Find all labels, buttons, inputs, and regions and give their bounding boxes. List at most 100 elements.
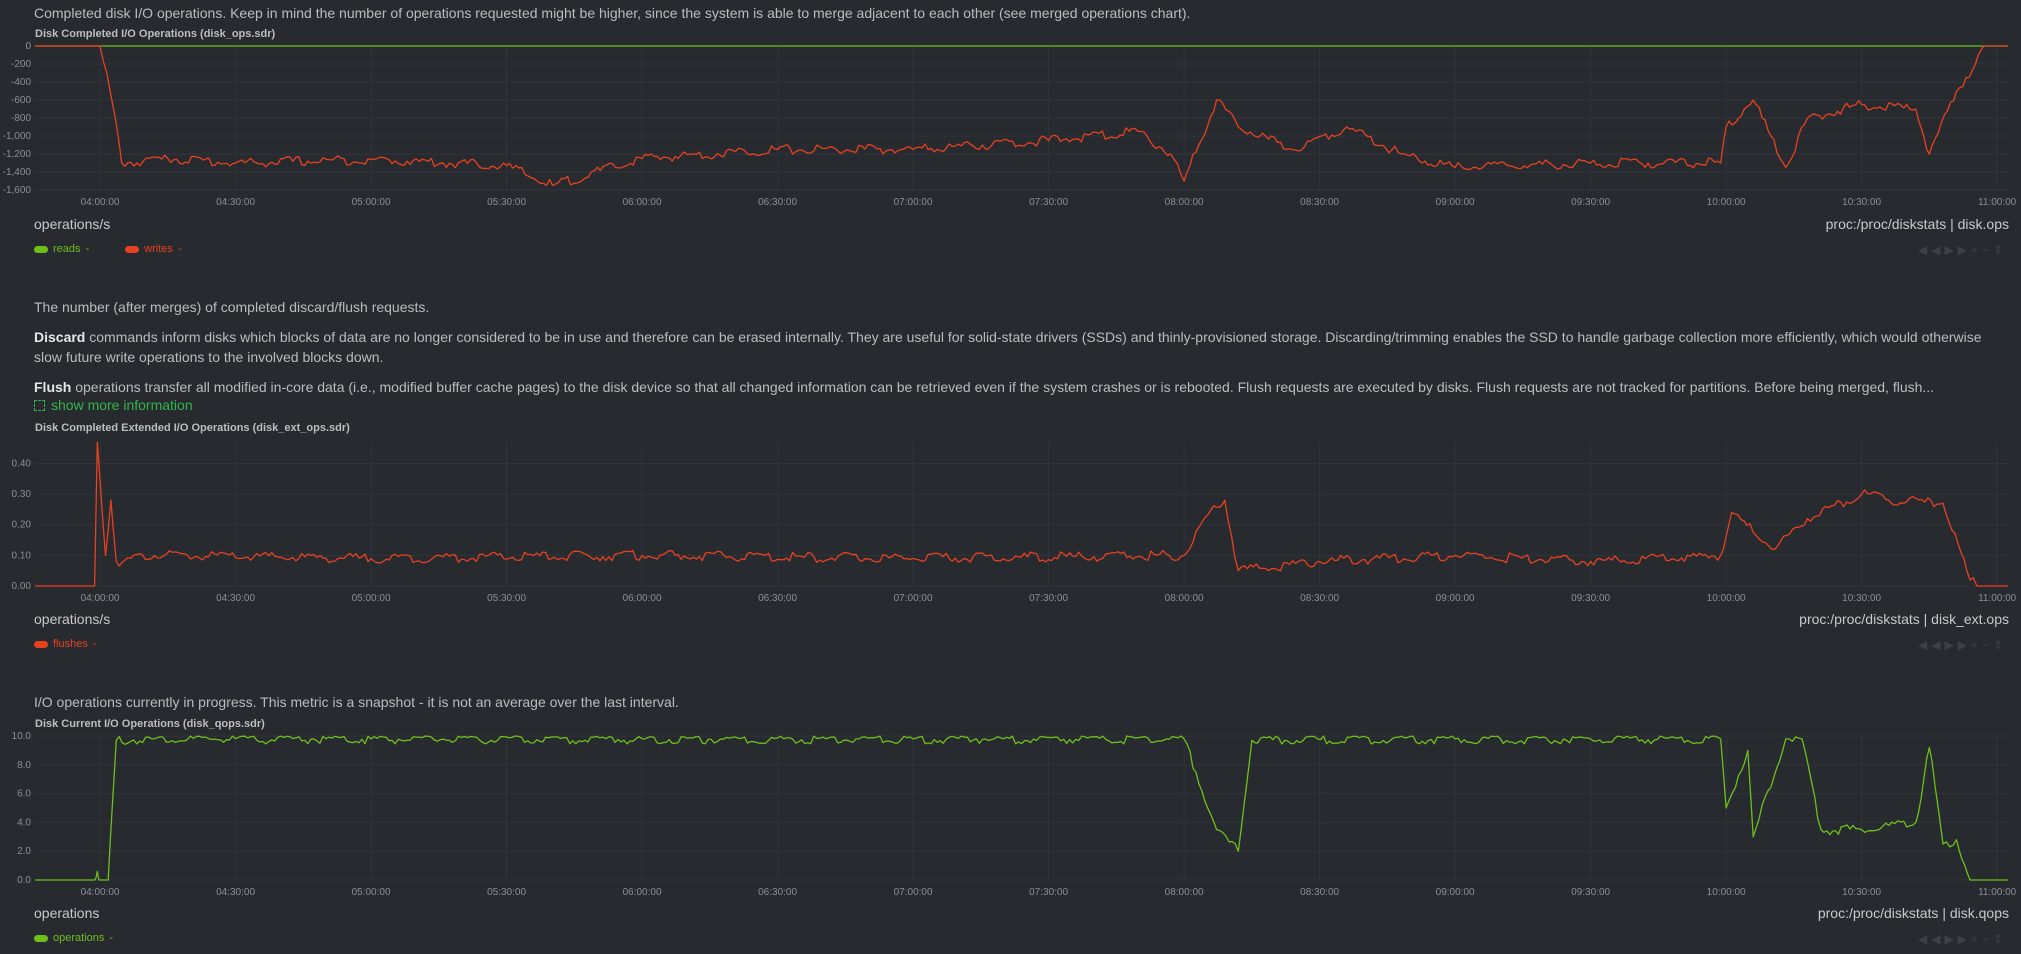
y-tick-label: 0.40 [12, 458, 32, 469]
chart1-units: operations/s [34, 216, 111, 232]
x-tick-label: 07:30:00 [1029, 887, 1068, 898]
y-tick-label: -400 [11, 77, 31, 88]
flush-term: Flush [34, 379, 72, 395]
y-tick-label: -1,000 [3, 131, 32, 142]
legend-value-reads: - [85, 243, 90, 255]
y-tick-label: 0.00 [12, 581, 32, 592]
discard-paragraph: Discard commands inform disks which bloc… [34, 327, 2004, 367]
legend-item-flushes[interactable]: flushes - [34, 638, 97, 650]
x-tick-label: 06:30:00 [758, 197, 797, 208]
legend-label-operations: operations [53, 932, 105, 944]
zoom-out-icon[interactable]: − [1982, 932, 1993, 946]
x-tick-label: 11:00:00 [1978, 197, 2017, 208]
x-tick-label: 05:30:00 [487, 887, 526, 898]
legend-swatch-writes [125, 245, 140, 253]
pan-left-icon[interactable]: ◀◀ [1918, 932, 1944, 946]
zoom-out-icon[interactable]: − [1982, 638, 1993, 652]
chart2-units: operations/s [34, 611, 111, 627]
x-tick-label: 08:30:00 [1300, 887, 1339, 898]
x-tick-label: 04:00:00 [81, 887, 120, 898]
x-tick-label: 05:00:00 [352, 887, 391, 898]
x-tick-label: 07:00:00 [894, 887, 933, 898]
disk-ext-ops-chart[interactable]: 0.00 0.10 0.20 0.30 0.40 04:00:00 04:30:00 05:0… [0, 436, 2021, 611]
x-tick-label: 11:00:00 [1978, 887, 2017, 898]
legend-item-writes[interactable]: writes - [125, 243, 182, 255]
chart3-title: Disk Current I/O Operations (disk_qops.s… [35, 718, 265, 730]
chart1-legend: reads - writes - [34, 243, 182, 255]
chart1-description: Completed disk I/O operations. Keep in m… [34, 5, 1191, 21]
x-tick-label: 06:30:00 [758, 593, 797, 604]
y-tick-label: -1,400 [3, 167, 32, 178]
x-tick-label: 11:00:00 [1978, 593, 2017, 604]
chart2-legend: flushes - [34, 638, 97, 650]
x-tick-label: 07:30:00 [1029, 197, 1068, 208]
x-tick-label: 04:00:00 [81, 593, 120, 604]
x-tick-label: 08:30:00 [1300, 197, 1339, 208]
legend-value-writes: - [177, 243, 182, 255]
x-tick-label: 05:00:00 [352, 197, 391, 208]
pan-left-icon[interactable]: ◀◀ [1918, 243, 1944, 257]
x-tick-label: 06:30:00 [758, 887, 797, 898]
y-tick-label: 2.0 [17, 846, 31, 857]
discard-text: commands inform disks which blocks of da… [34, 329, 1982, 365]
x-tick-label: 10:30:00 [1842, 887, 1881, 898]
chart1-controls: ◀◀▶▶+−⇕ [1918, 243, 2007, 257]
flush-paragraph: Flush operations transfer all modified i… [34, 377, 2004, 397]
y-tick-label: 0 [25, 41, 31, 52]
x-tick-label: 10:30:00 [1842, 593, 1881, 604]
resize-icon[interactable]: ⇕ [1993, 932, 2007, 946]
x-tick-label: 08:30:00 [1300, 593, 1339, 604]
x-tick-label: 10:00:00 [1707, 197, 1746, 208]
legend-swatch-reads [34, 245, 48, 253]
pan-right-icon[interactable]: ▶▶ [1944, 932, 1970, 946]
pan-left-icon[interactable]: ◀◀ [1918, 638, 1944, 652]
x-tick-label: 09:00:00 [1436, 887, 1475, 898]
expand-icon [34, 399, 45, 411]
zoom-in-icon[interactable]: + [1971, 638, 1982, 652]
pan-right-icon[interactable]: ▶▶ [1944, 243, 1970, 257]
y-tick-label: 0.30 [12, 489, 32, 500]
zoom-in-icon[interactable]: + [1971, 243, 1982, 257]
flush-text: operations transfer all modified in-core… [71, 379, 1935, 395]
y-tick-label: -1,200 [3, 149, 32, 160]
disk-ops-chart[interactable]: 0 -200 -400 -600 -800 -1,000 -1,200 -1,400 -1,60… [0, 40, 2021, 215]
y-tick-label: 4.0 [17, 817, 31, 828]
discard-term: Discard [34, 329, 86, 345]
legend-item-reads[interactable]: reads - [34, 243, 89, 255]
x-tick-label: 05:30:00 [487, 593, 526, 604]
chart1-source: proc:/proc/diskstats | disk.ops [1825, 216, 2009, 232]
x-tick-label: 05:00:00 [352, 593, 391, 604]
x-tick-label: 09:30:00 [1571, 593, 1610, 604]
x-tick-label: 07:00:00 [894, 593, 933, 604]
y-tick-label: 0.20 [12, 520, 32, 531]
series-line-writes [35, 45, 2008, 187]
y-tick-label: 0.0 [17, 875, 31, 886]
x-tick-label: 05:30:00 [487, 197, 526, 208]
zoom-in-icon[interactable]: + [1971, 932, 1982, 946]
resize-icon[interactable]: ⇕ [1993, 243, 2007, 257]
disk-qops-chart[interactable]: 0.0 2.0 4.0 6.0 8.0 10.0 04:00:00 04:30:00 05:00… [0, 730, 2021, 905]
y-tick-label: -200 [11, 59, 31, 70]
resize-icon[interactable]: ⇕ [1993, 638, 2007, 652]
show-more-label: show more information [51, 397, 193, 413]
chart2-intro: The number (after merges) of completed d… [34, 299, 430, 315]
x-tick-label: 10:00:00 [1707, 593, 1746, 604]
legend-item-operations[interactable]: operations - [34, 932, 113, 944]
legend-swatch-operations [34, 934, 48, 942]
pan-right-icon[interactable]: ▶▶ [1944, 638, 1970, 652]
zoom-out-icon[interactable]: − [1982, 243, 1993, 257]
x-tick-label: 10:00:00 [1707, 887, 1746, 898]
x-tick-label: 06:00:00 [623, 593, 662, 604]
x-tick-label: 04:30:00 [216, 593, 255, 604]
x-tick-label: 06:00:00 [623, 197, 662, 208]
chart3-description: I/O operations currently in progress. Th… [34, 694, 679, 710]
chart3-controls: ◀◀▶▶+−⇕ [1918, 932, 2007, 946]
x-tick-label: 04:30:00 [216, 197, 255, 208]
chart2-source: proc:/proc/diskstats | disk_ext.ops [1799, 611, 2009, 627]
chart3-units: operations [34, 905, 100, 921]
legend-value-flushes: - [92, 638, 97, 650]
x-tick-label: 09:00:00 [1436, 593, 1475, 604]
y-tick-label: -600 [11, 95, 31, 106]
show-more-link[interactable]: show more information [34, 397, 193, 413]
y-tick-label: 6.0 [17, 789, 31, 800]
